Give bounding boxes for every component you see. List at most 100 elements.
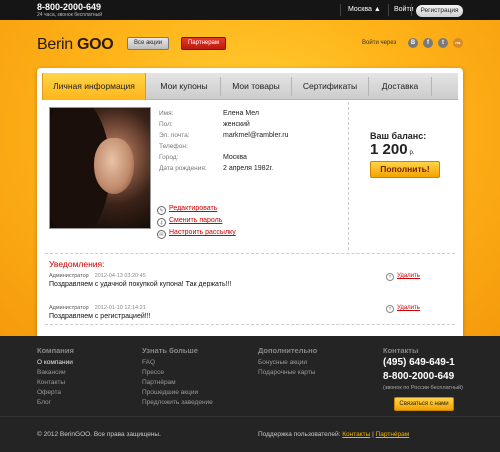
- notifications-title: Уведомления:: [49, 259, 105, 269]
- avatar: [49, 107, 151, 229]
- divider: [0, 416, 500, 417]
- notification-meta: Администратор 2012-01-10 12:14:21: [49, 305, 146, 311]
- balance-title: Ваш баланс:: [370, 131, 427, 141]
- field-birthdate: Дата рождения: 2 апреля 1982г.: [159, 165, 379, 175]
- footer-phone-note: (звонок по России бесплатный): [383, 385, 463, 391]
- footer-phone: 8-800-2000-649: [383, 371, 455, 382]
- edit-link[interactable]: ✎ Редактировать: [157, 205, 217, 215]
- field-city: Город: Москва: [159, 154, 379, 164]
- footer-link[interactable]: Предложить заведение: [142, 398, 213, 408]
- footer-contacts-title: Контакты: [383, 346, 419, 355]
- newsletter-settings-link[interactable]: ✉ Настроить рассылку: [157, 229, 236, 239]
- tab-divider: [431, 77, 432, 96]
- top-phone: 8-800-2000-649: [37, 2, 102, 12]
- notification-author: Администратор: [49, 305, 89, 311]
- field-label: Пол:: [159, 121, 173, 128]
- divider: [340, 4, 341, 16]
- edit-icon: ✎: [157, 206, 166, 215]
- logo-text-bold: GOO: [77, 36, 114, 53]
- divider: [45, 253, 455, 254]
- delete-label: Удалить: [397, 305, 420, 311]
- all-shares-button[interactable]: Все акции: [127, 37, 169, 50]
- field-phone: Телефон:: [159, 143, 379, 153]
- field-label: Имя:: [159, 110, 174, 117]
- topup-button[interactable]: Пополнить!: [370, 161, 440, 178]
- field-value: Москва: [223, 154, 247, 161]
- footer-column-learn-more: Узнать больше FAQ Прессе Партнёрам Проше…: [142, 346, 213, 408]
- top-phone-note: 24 часа, звонок бесплатный: [37, 12, 103, 18]
- footer-link[interactable]: Подарочные карты: [258, 368, 317, 378]
- divider: [411, 4, 412, 16]
- footer-link[interactable]: Контакты: [37, 378, 74, 388]
- field-value: Елена Мел: [223, 110, 260, 117]
- vk-icon[interactable]: В: [408, 38, 418, 48]
- field-name: Имя: Елена Мел: [159, 110, 379, 120]
- field-label: Телефон:: [159, 143, 188, 150]
- tab-my-products[interactable]: Мои товары: [221, 73, 291, 100]
- footer-link[interactable]: Прессе: [142, 368, 213, 378]
- balance-currency: р.: [409, 150, 415, 156]
- divider: [388, 4, 389, 16]
- notification-meta: Администратор 2012-04-13 03:20:45: [49, 273, 146, 279]
- footer-link[interactable]: Вакансии: [37, 368, 74, 378]
- tab-delivery[interactable]: Доставка: [369, 73, 431, 100]
- profile-card: Личная информация Мои купоны Мои товары …: [37, 68, 463, 340]
- tab-certificates[interactable]: Сертификаты: [292, 73, 368, 100]
- footer-link[interactable]: Прошедшие акции: [142, 388, 213, 398]
- notification-author: Администратор: [49, 273, 89, 279]
- close-icon: ×: [386, 273, 394, 281]
- notification-date: 2012-01-10 12:14:21: [94, 305, 146, 311]
- notification-date: 2012-04-13 03:20:45: [94, 273, 146, 279]
- login-via-label: Войти через: [362, 40, 397, 46]
- delete-notification-link[interactable]: × Удалить: [386, 305, 420, 313]
- change-password-link[interactable]: ⚷ Сменить пароль: [157, 217, 222, 227]
- contact-us-button[interactable]: Связаться с нами: [394, 397, 454, 411]
- footer-link[interactable]: Партнёрам: [142, 378, 213, 388]
- hero: Berin GOO Все акции Партнерам Войти чере…: [0, 20, 500, 340]
- change-password-label: Сменить пароль: [169, 217, 223, 224]
- mail-icon: ✉: [157, 230, 166, 239]
- field-value: женский: [223, 121, 250, 128]
- footer-column-title: Компания: [37, 346, 74, 355]
- divider: [348, 102, 349, 250]
- field-email: Эл. почта: markmel@rambler.ru: [159, 132, 379, 142]
- footer-column-extra: Дополнительно Бонусные акции Подарочные …: [258, 346, 317, 378]
- city-select[interactable]: Москва ▲: [348, 6, 381, 13]
- close-icon: ×: [386, 305, 394, 313]
- footer-link[interactable]: FAQ: [142, 358, 213, 368]
- tab-my-coupons[interactable]: Мои купоны: [148, 73, 220, 100]
- delete-notification-link[interactable]: × Удалить: [386, 273, 420, 281]
- register-button[interactable]: Регистрация: [416, 5, 463, 17]
- footer-link[interactable]: Блог: [37, 398, 74, 408]
- balance-value: 1 200: [370, 141, 408, 158]
- support-contacts-link[interactable]: Контакты: [342, 431, 370, 438]
- footer-column-title: Узнать больше: [142, 346, 198, 355]
- edit-link-label: Редактировать: [169, 205, 218, 212]
- rss-icon[interactable]: rss: [453, 38, 463, 48]
- footer-column-title: Дополнительно: [258, 346, 318, 355]
- support-links: Поддержка пользователей: Контакты | Парт…: [258, 431, 409, 438]
- delete-label: Удалить: [397, 273, 420, 279]
- partners-button[interactable]: Партнерам: [181, 37, 226, 50]
- key-icon: ⚷: [157, 218, 166, 227]
- facebook-icon[interactable]: f: [423, 38, 433, 48]
- balance-amount: 1 200 р.: [370, 141, 415, 158]
- notification-text: Поздравляем с удачной покупкой купона! Т…: [49, 281, 232, 288]
- tab-personal-info[interactable]: Личная информация: [42, 73, 146, 100]
- footer-phone: (495) 649-649-1: [383, 357, 455, 368]
- support-label: Поддержка пользователей:: [258, 431, 343, 438]
- logo[interactable]: Berin GOO: [37, 36, 114, 54]
- footer-link[interactable]: Оферта: [37, 388, 74, 398]
- footer-link[interactable]: О компании: [37, 358, 74, 368]
- support-partners-link[interactable]: Партнёрам: [376, 431, 410, 438]
- twitter-icon[interactable]: t: [438, 38, 448, 48]
- footer-column-company: Компания О компании Вакансии Контакты Оф…: [37, 346, 74, 408]
- footer-link[interactable]: Бонусные акции: [258, 358, 317, 368]
- notification-text: Поздравляем с регистрацией!!!: [49, 313, 151, 320]
- top-bar: 8-800-2000-649 24 часа, звонок бесплатны…: [0, 0, 500, 20]
- footer: Компания О компании Вакансии Контакты Оф…: [0, 336, 500, 452]
- field-label: Город:: [159, 154, 179, 161]
- field-label: Эл. почта:: [159, 132, 190, 139]
- field-value: 2 апреля 1982г.: [223, 165, 274, 172]
- avatar-face: [94, 138, 134, 194]
